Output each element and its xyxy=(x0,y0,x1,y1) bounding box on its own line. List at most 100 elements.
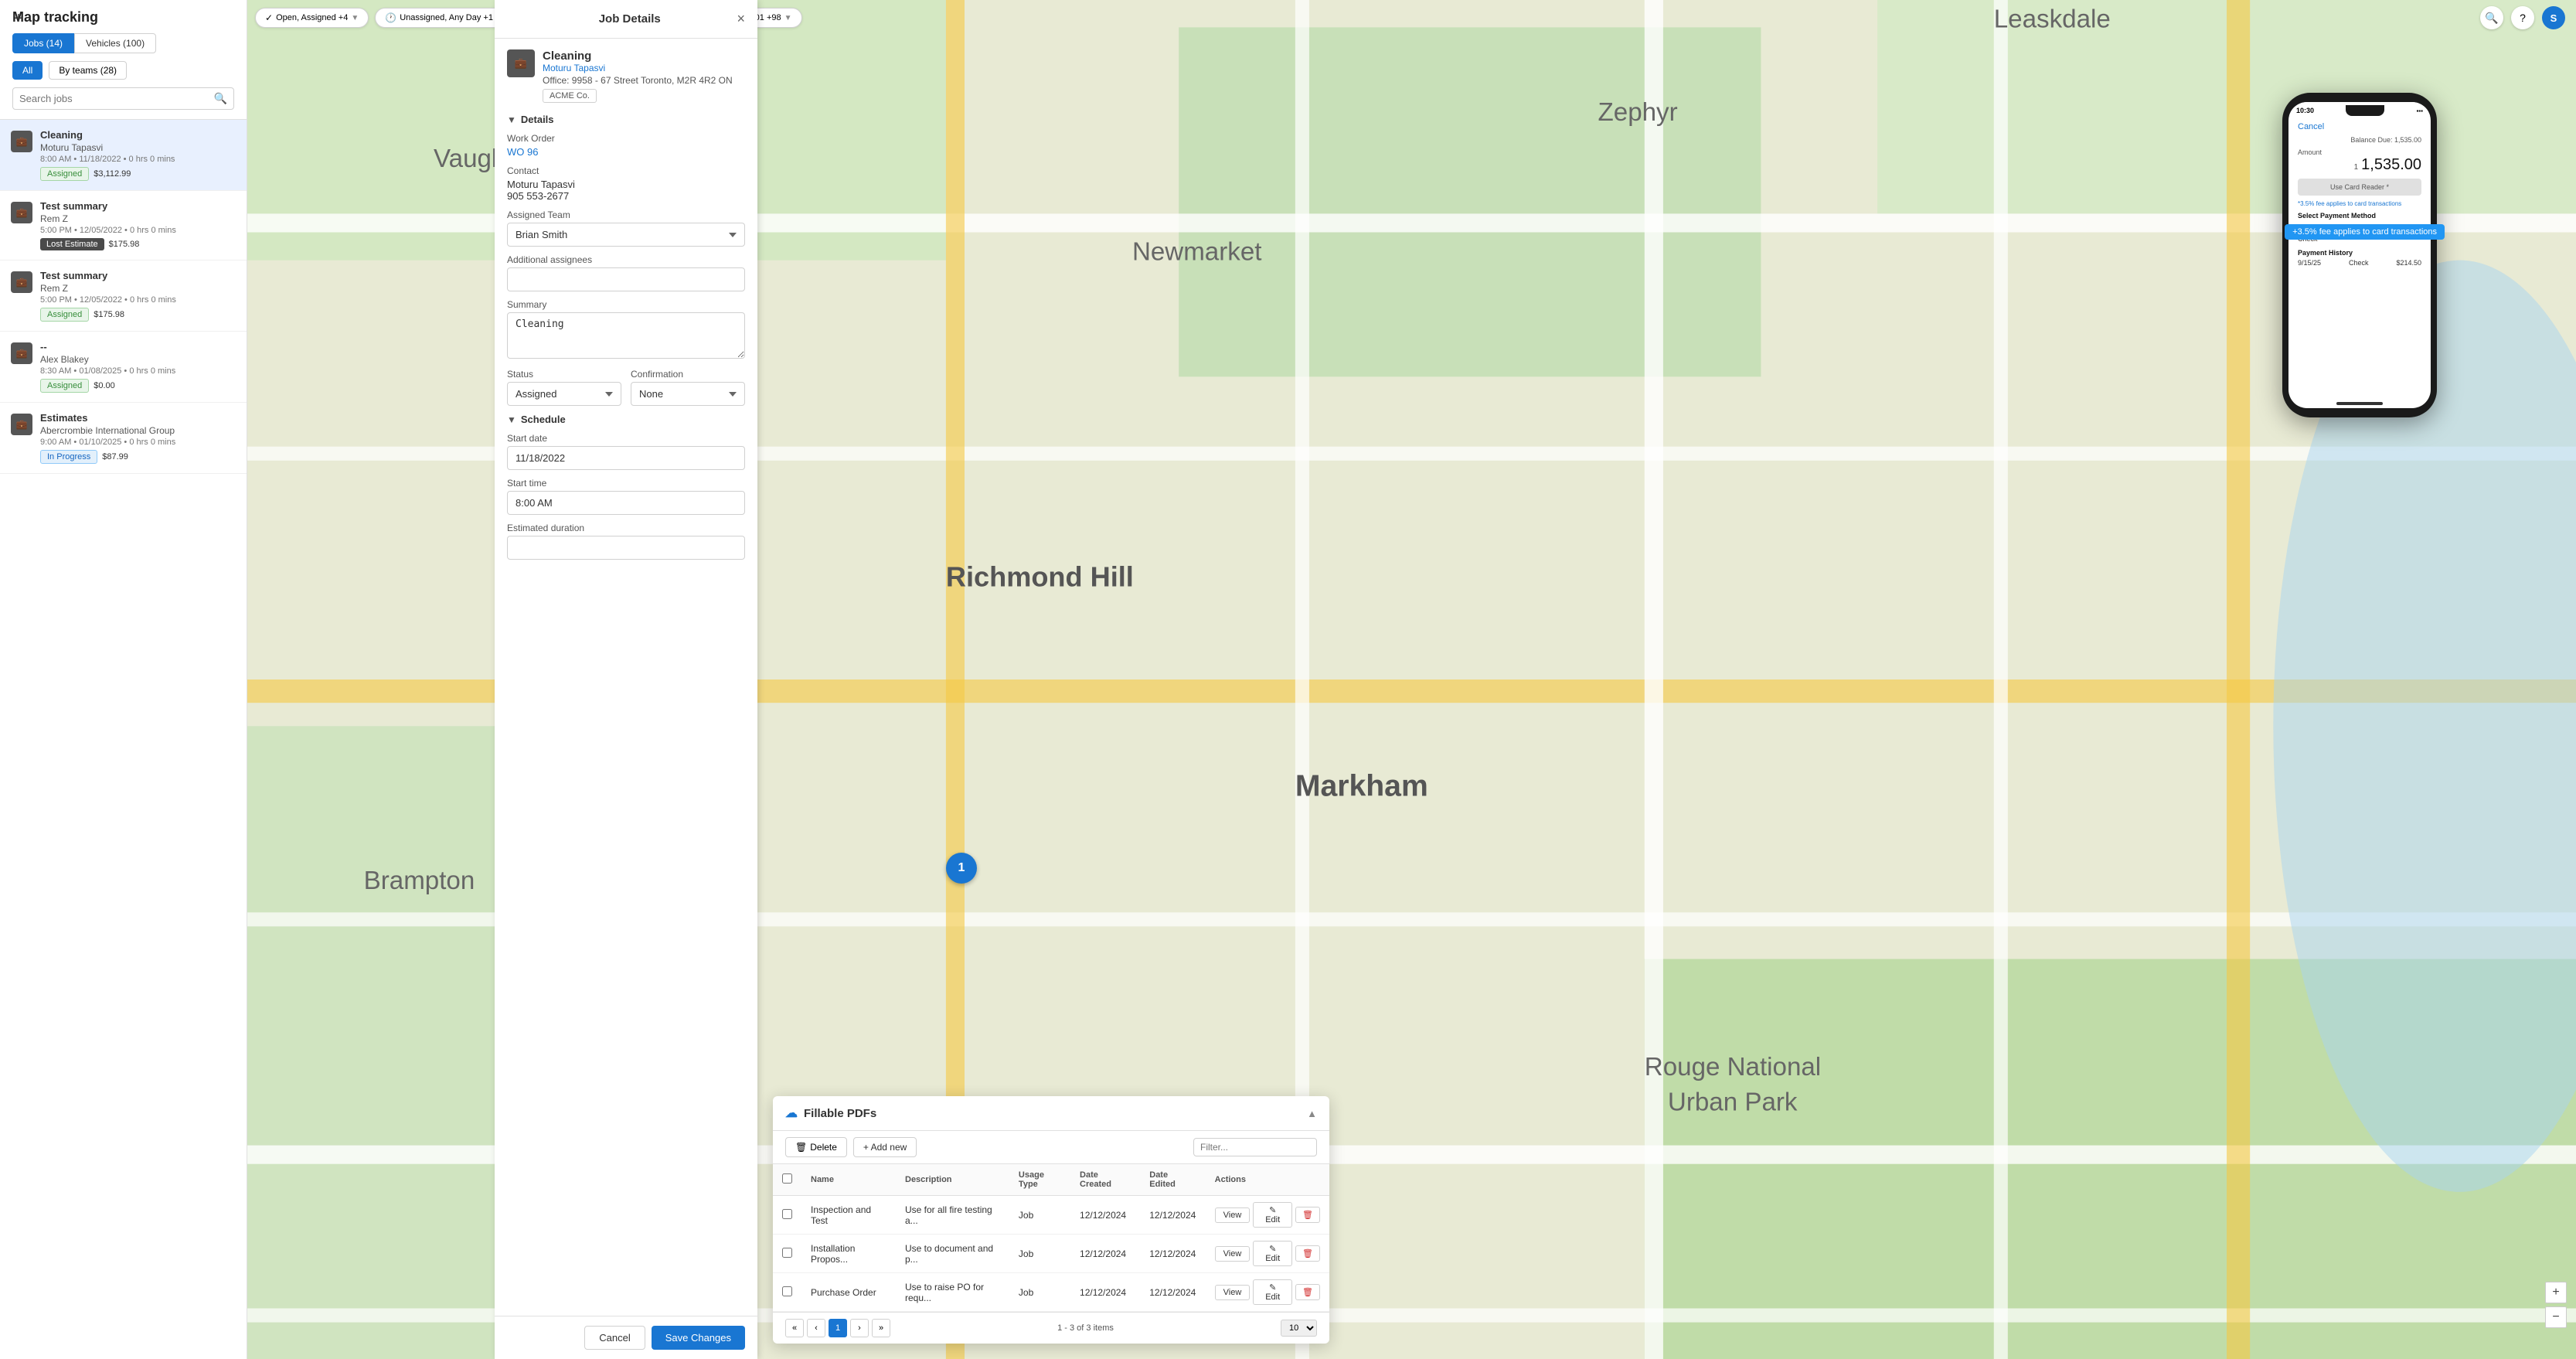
svg-text:Rouge National: Rouge National xyxy=(1645,1053,1821,1081)
phone-cancel-btn[interactable]: Cancel xyxy=(2298,122,2421,131)
start-date-input[interactable] xyxy=(507,446,745,470)
tab-vehicles[interactable]: Vehicles (100) xyxy=(74,33,156,53)
job-item[interactable]: 💼 Estimates Abercrombie International Gr… xyxy=(0,403,247,474)
status-select[interactable]: Assigned xyxy=(507,382,621,406)
duration-label: Estimated duration xyxy=(507,523,745,533)
zoom-in-button[interactable]: + xyxy=(2545,1282,2567,1303)
row-checkbox[interactable] xyxy=(782,1248,792,1258)
job-time: 8:30 AM • 01/08/2025 • 0 hrs 0 mins xyxy=(40,366,236,376)
col-checkbox xyxy=(773,1164,801,1196)
chevron-up-icon[interactable]: ▲ xyxy=(1307,1108,1317,1119)
fillable-footer: « ‹ 1 › » 1 - 3 of 3 items 10 xyxy=(773,1312,1329,1344)
job-client: Rem Z xyxy=(40,283,236,294)
status-badge: In Progress xyxy=(40,450,97,464)
filter-chip-unassigned[interactable]: 🕐 Unassigned, Any Day +1 ▼ xyxy=(375,8,514,28)
row-checkbox[interactable] xyxy=(782,1286,792,1296)
job-item[interactable]: 💼 -- Alex Blakey 8:30 AM • 01/08/2025 • … xyxy=(0,332,247,403)
delete-row-button[interactable]: 🗑 xyxy=(1295,1245,1320,1262)
filter-input[interactable] xyxy=(1193,1138,1317,1156)
edit-button[interactable]: ✎ Edit xyxy=(1253,1241,1292,1266)
page-1-button[interactable]: 1 xyxy=(829,1319,847,1337)
edit-button[interactable]: ✎ Edit xyxy=(1253,1279,1292,1305)
duration-input[interactable] xyxy=(507,536,745,560)
items-info: 1 - 3 of 3 items xyxy=(1057,1323,1114,1333)
confirmation-label: Confirmation xyxy=(631,369,745,380)
tab-jobs[interactable]: Jobs (14) xyxy=(12,33,74,53)
fillable-modal-title: ☁ Fillable PDFs xyxy=(785,1105,876,1121)
pagination-controls: « ‹ 1 › » xyxy=(785,1319,890,1337)
job-icon: 💼 xyxy=(11,414,32,435)
page-size-select[interactable]: 10 xyxy=(1281,1320,1317,1337)
sidebar-title: Map tracking xyxy=(12,9,234,26)
assignee-link[interactable]: Moturu Tapasvi xyxy=(543,63,733,73)
delete-row-button[interactable]: 🗑 xyxy=(1295,1207,1320,1223)
delete-button[interactable]: 🗑 Delete xyxy=(785,1137,847,1157)
prev-page-button[interactable]: ‹ xyxy=(807,1319,825,1337)
job-details-panel: Job Details × 💼 Cleaning Moturu Tapasvi … xyxy=(495,0,757,1359)
phone-balance: Balance Due: 1,535.00 xyxy=(2298,136,2421,144)
details-section-header[interactable]: ▼ Details xyxy=(507,114,745,125)
edit-button[interactable]: ✎ Edit xyxy=(1253,1202,1292,1228)
chip-label: Open, Assigned +4 xyxy=(276,13,348,22)
start-date-label: Start date xyxy=(507,433,745,444)
panel-title: Job Details xyxy=(522,12,737,26)
filter-all[interactable]: All xyxy=(12,61,43,80)
svg-text:Zephyr: Zephyr xyxy=(1598,98,1678,127)
zoom-out-button[interactable]: − xyxy=(2545,1306,2567,1328)
first-page-button[interactable]: « xyxy=(785,1319,804,1337)
panel-footer: Cancel Save Changes xyxy=(495,1316,757,1359)
add-new-button[interactable]: + Add new xyxy=(853,1137,917,1157)
schedule-section-header[interactable]: ▼ Schedule xyxy=(507,414,745,425)
close-button[interactable]: × xyxy=(737,11,745,27)
job-price: $87.99 xyxy=(102,452,128,462)
svg-text:Richmond Hill: Richmond Hill xyxy=(946,560,1134,592)
delete-row-button[interactable]: 🗑 xyxy=(1295,1284,1320,1300)
view-button[interactable]: View xyxy=(1215,1246,1251,1262)
phone-card-reader-btn[interactable]: Use Card Reader * xyxy=(2298,179,2421,196)
add-button[interactable]: + xyxy=(6,6,31,31)
panel-body: 💼 Cleaning Moturu Tapasvi Office: 9958 -… xyxy=(495,39,757,1316)
start-time-input[interactable] xyxy=(507,491,745,515)
sidebar-tabs: Jobs (14) Vehicles (100) xyxy=(12,33,234,53)
app-topbar: 🔍 ? S xyxy=(2469,0,2576,36)
map-marker[interactable]: 1 xyxy=(946,853,977,884)
status-badge: Lost Estimate xyxy=(40,238,104,250)
search-button[interactable]: 🔍 xyxy=(2480,6,2503,29)
view-button[interactable]: View xyxy=(1215,1207,1251,1223)
phone-notch xyxy=(2346,105,2384,116)
details-section-label: Details xyxy=(521,114,554,125)
assigned-team-select[interactable]: Brian Smith xyxy=(507,223,745,247)
job-item[interactable]: 💼 Test summary Rem Z 5:00 PM • 12/05/202… xyxy=(0,191,247,261)
confirmation-select[interactable]: None xyxy=(631,382,745,406)
table-header: Name Description Usage Type Date Created… xyxy=(773,1164,1329,1196)
next-page-button[interactable]: › xyxy=(850,1319,869,1337)
user-avatar[interactable]: S xyxy=(2542,6,2565,29)
row-checkbox[interactable] xyxy=(782,1209,792,1219)
work-order-label: Work Order xyxy=(507,133,745,144)
panel-header: Job Details × xyxy=(495,0,757,39)
trash-icon: 🗑 xyxy=(795,1142,807,1153)
job-time: 9:00 AM • 01/10/2025 • 0 hrs 0 mins xyxy=(40,438,236,447)
filter-teams[interactable]: By teams (28) xyxy=(49,61,127,80)
pdf-usage-type: Job xyxy=(1009,1196,1070,1235)
last-page-button[interactable]: » xyxy=(872,1319,890,1337)
help-button[interactable]: ? xyxy=(2511,6,2534,29)
app-container: Map tracking Jobs (14) Vehicles (100) Al… xyxy=(0,0,2576,1359)
phone-fee-note: *3.5% fee applies to card transactions xyxy=(2298,200,2421,207)
job-client: Abercrombie International Group xyxy=(40,425,236,436)
job-item[interactable]: 💼 Cleaning Moturu Tapasvi 8:00 AM • 11/1… xyxy=(0,120,247,191)
work-order-link[interactable]: WO 96 xyxy=(507,146,745,158)
save-button[interactable]: Save Changes xyxy=(652,1326,745,1350)
cancel-button[interactable]: Cancel xyxy=(584,1326,645,1350)
summary-textarea[interactable]: Cleaning xyxy=(507,312,745,359)
job-item[interactable]: 💼 Test summary Rem Z 5:00 PM • 12/05/202… xyxy=(0,261,247,332)
select-all-checkbox[interactable] xyxy=(782,1173,792,1184)
search-input[interactable] xyxy=(19,93,209,104)
cloud-icon: ☁ xyxy=(785,1105,798,1121)
start-time-label: Start time xyxy=(507,478,745,489)
additional-assignees-input[interactable] xyxy=(507,267,745,291)
filter-chip-open-assigned[interactable]: ✓ Open, Assigned +4 ▼ xyxy=(255,8,369,28)
phone-screen: 10:30 ▪▪▪ Cancel Balance Due: 1,535.00 A… xyxy=(2288,102,2431,408)
view-button[interactable]: View xyxy=(1215,1285,1251,1300)
table-body: Inspection and Test Use for all fire tes… xyxy=(773,1196,1329,1312)
